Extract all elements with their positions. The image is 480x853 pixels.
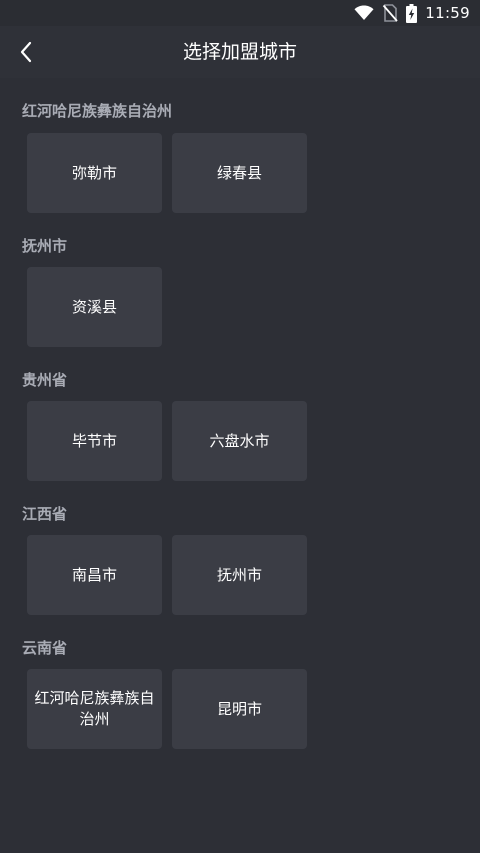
status-time: 11:59 xyxy=(425,4,470,22)
page-title: 选择加盟城市 xyxy=(182,41,297,63)
app-header: 选择加盟城市 xyxy=(0,26,480,78)
city-card[interactable]: 六盘水市 xyxy=(172,401,307,481)
city-list: 红河哈尼族彝族自治州 弥勒市 绿春县 抚州市 资溪县 贵州省 毕节市 六盘水市 … xyxy=(0,78,480,853)
section-title: 红河哈尼族彝族自治州 xyxy=(22,102,173,120)
city-name: 资溪县 xyxy=(71,297,117,316)
city-name: 弥勒市 xyxy=(71,163,117,182)
city-card[interactable]: 绿春县 xyxy=(172,133,307,213)
city-card[interactable]: 弥勒市 xyxy=(27,133,162,213)
section-title: 抚州市 xyxy=(22,237,68,255)
city-name: 红河哈尼族彝族自治州 xyxy=(34,689,155,728)
city-name: 毕节市 xyxy=(71,431,117,450)
city-card[interactable]: 抚州市 xyxy=(172,535,307,615)
city-name: 六盘水市 xyxy=(209,431,270,450)
battery-charging-icon xyxy=(406,3,418,23)
back-button[interactable] xyxy=(8,34,44,70)
city-card[interactable]: 资溪县 xyxy=(27,267,162,347)
city-name: 抚州市 xyxy=(216,565,262,584)
section-title: 云南省 xyxy=(22,639,68,657)
wifi-icon xyxy=(354,5,374,20)
status-icons: 11:59 xyxy=(354,3,470,23)
section-title: 贵州省 xyxy=(22,371,68,389)
chevron-left-icon xyxy=(20,41,32,63)
no-sim-icon xyxy=(383,4,398,22)
status-bar: 11:59 xyxy=(0,0,480,26)
city-card[interactable]: 毕节市 xyxy=(27,401,162,481)
city-card[interactable]: 南昌市 xyxy=(27,535,162,615)
city-name: 昆明市 xyxy=(216,699,262,718)
city-card[interactable]: 昆明市 xyxy=(172,669,307,749)
city-name: 南昌市 xyxy=(71,565,117,584)
city-card[interactable]: 红河哈尼族彝族自治州 xyxy=(27,669,162,749)
section-title: 江西省 xyxy=(22,505,68,523)
city-name: 绿春县 xyxy=(216,163,262,182)
